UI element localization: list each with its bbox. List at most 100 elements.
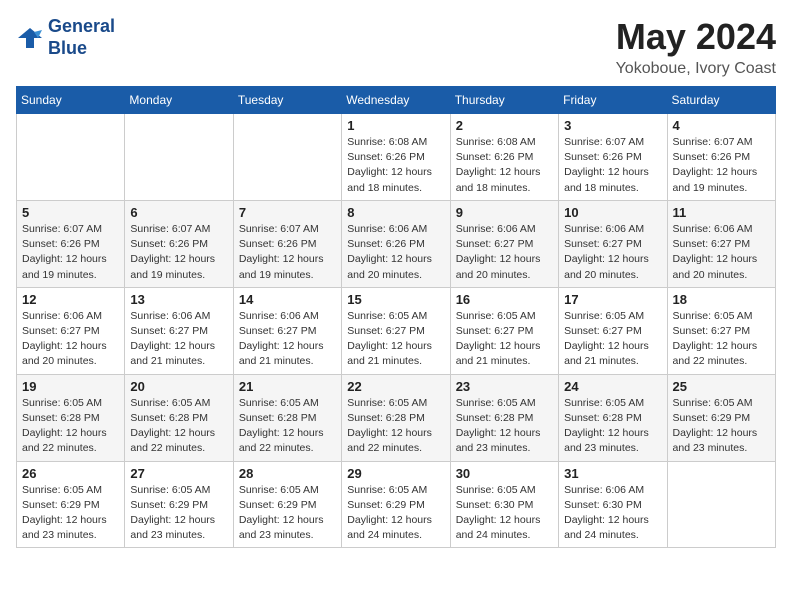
day-info: Sunrise: 6:07 AM Sunset: 6:26 PM Dayligh…	[564, 135, 661, 196]
calendar-cell: 4 Sunrise: 6:07 AM Sunset: 6:26 PM Daylig…	[667, 114, 775, 201]
calendar-cell: 5Sunrise: 6:07 AM Sunset: 6:26 PM Daylig…	[17, 200, 125, 287]
calendar-cell: 9 Sunrise: 6:06 AM Sunset: 6:27 PM Daylig…	[450, 200, 558, 287]
logo-text: General Blue	[48, 16, 115, 59]
day-info: Sunrise: 6:05 AM Sunset: 6:29 PM Dayligh…	[130, 483, 227, 544]
calendar-cell: 27Sunrise: 6:05 AM Sunset: 6:29 PM Dayli…	[125, 461, 233, 548]
calendar-cell: 7 Sunrise: 6:07 AM Sunset: 6:26 PM Daylig…	[233, 200, 341, 287]
day-info: Sunrise: 6:05 AM Sunset: 6:28 PM Dayligh…	[22, 396, 119, 457]
calendar-cell	[125, 114, 233, 201]
calendar-week-row: 12Sunrise: 6:06 AM Sunset: 6:27 PM Dayli…	[17, 287, 776, 374]
calendar-week-row: 5Sunrise: 6:07 AM Sunset: 6:26 PM Daylig…	[17, 200, 776, 287]
day-number: 16	[456, 292, 553, 307]
day-info: Sunrise: 6:07 AM Sunset: 6:26 PM Dayligh…	[130, 222, 227, 283]
weekday-header: Thursday	[450, 87, 558, 114]
day-number: 22	[347, 379, 444, 394]
weekday-header: Friday	[559, 87, 667, 114]
day-number: 19	[22, 379, 119, 394]
day-info: Sunrise: 6:06 AM Sunset: 6:27 PM Dayligh…	[130, 309, 227, 370]
day-info: Sunrise: 6:05 AM Sunset: 6:29 PM Dayligh…	[673, 396, 770, 457]
day-info: Sunrise: 6:06 AM Sunset: 6:26 PM Dayligh…	[347, 222, 444, 283]
day-number: 13	[130, 292, 227, 307]
calendar-week-row: 1 Sunrise: 6:08 AM Sunset: 6:26 PM Daylig…	[17, 114, 776, 201]
day-info: Sunrise: 6:06 AM Sunset: 6:27 PM Dayligh…	[456, 222, 553, 283]
calendar-week-row: 19 Sunrise: 6:05 AM Sunset: 6:28 PM Dayli…	[17, 374, 776, 461]
calendar-cell: 18 Sunrise: 6:05 AM Sunset: 6:27 PM Dayli…	[667, 287, 775, 374]
calendar-cell: 6 Sunrise: 6:07 AM Sunset: 6:26 PM Daylig…	[125, 200, 233, 287]
calendar-cell	[667, 461, 775, 548]
calendar-cell: 31Sunrise: 6:06 AM Sunset: 6:30 PM Dayli…	[559, 461, 667, 548]
day-info: Sunrise: 6:06 AM Sunset: 6:27 PM Dayligh…	[22, 309, 119, 370]
day-info: Sunrise: 6:05 AM Sunset: 6:29 PM Dayligh…	[22, 483, 119, 544]
calendar-cell: 3 Sunrise: 6:07 AM Sunset: 6:26 PM Daylig…	[559, 114, 667, 201]
day-info: Sunrise: 6:06 AM Sunset: 6:27 PM Dayligh…	[239, 309, 336, 370]
calendar-cell: 14 Sunrise: 6:06 AM Sunset: 6:27 PM Dayli…	[233, 287, 341, 374]
page-header: General Blue May 2024 Yokoboue, Ivory Co…	[16, 16, 776, 78]
day-info: Sunrise: 6:05 AM Sunset: 6:28 PM Dayligh…	[347, 396, 444, 457]
day-number: 23	[456, 379, 553, 394]
day-info: Sunrise: 6:08 AM Sunset: 6:26 PM Dayligh…	[347, 135, 444, 196]
month-title: May 2024	[616, 16, 776, 58]
day-info: Sunrise: 6:05 AM Sunset: 6:27 PM Dayligh…	[564, 309, 661, 370]
day-info: Sunrise: 6:05 AM Sunset: 6:28 PM Dayligh…	[564, 396, 661, 457]
day-number: 8	[347, 205, 444, 220]
calendar-cell: 10 Sunrise: 6:06 AM Sunset: 6:27 PM Dayli…	[559, 200, 667, 287]
day-number: 9	[456, 205, 553, 220]
calendar-cell: 12Sunrise: 6:06 AM Sunset: 6:27 PM Dayli…	[17, 287, 125, 374]
day-number: 28	[239, 466, 336, 481]
calendar-cell: 20 Sunrise: 6:05 AM Sunset: 6:28 PM Dayli…	[125, 374, 233, 461]
calendar-cell: 25 Sunrise: 6:05 AM Sunset: 6:29 PM Dayli…	[667, 374, 775, 461]
calendar-cell: 24 Sunrise: 6:05 AM Sunset: 6:28 PM Dayli…	[559, 374, 667, 461]
day-number: 31	[564, 466, 661, 481]
day-number: 30	[456, 466, 553, 481]
calendar-cell: 16 Sunrise: 6:05 AM Sunset: 6:27 PM Dayli…	[450, 287, 558, 374]
day-number: 1	[347, 118, 444, 133]
day-info: Sunrise: 6:08 AM Sunset: 6:26 PM Dayligh…	[456, 135, 553, 196]
calendar-cell: 19 Sunrise: 6:05 AM Sunset: 6:28 PM Dayli…	[17, 374, 125, 461]
day-number: 2	[456, 118, 553, 133]
day-info: Sunrise: 6:05 AM Sunset: 6:29 PM Dayligh…	[239, 483, 336, 544]
title-block: May 2024 Yokoboue, Ivory Coast	[616, 16, 776, 78]
calendar-cell: 21 Sunrise: 6:05 AM Sunset: 6:28 PM Dayli…	[233, 374, 341, 461]
day-info: Sunrise: 6:07 AM Sunset: 6:26 PM Dayligh…	[673, 135, 770, 196]
calendar-cell: 8 Sunrise: 6:06 AM Sunset: 6:26 PM Daylig…	[342, 200, 450, 287]
day-info: Sunrise: 6:05 AM Sunset: 6:28 PM Dayligh…	[130, 396, 227, 457]
day-number: 7	[239, 205, 336, 220]
day-number: 6	[130, 205, 227, 220]
day-info: Sunrise: 6:05 AM Sunset: 6:29 PM Dayligh…	[347, 483, 444, 544]
logo-bird-icon	[16, 24, 44, 52]
day-info: Sunrise: 6:06 AM Sunset: 6:27 PM Dayligh…	[564, 222, 661, 283]
day-number: 10	[564, 205, 661, 220]
calendar-week-row: 26Sunrise: 6:05 AM Sunset: 6:29 PM Dayli…	[17, 461, 776, 548]
calendar-cell	[17, 114, 125, 201]
day-number: 4	[673, 118, 770, 133]
day-info: Sunrise: 6:05 AM Sunset: 6:28 PM Dayligh…	[239, 396, 336, 457]
day-number: 18	[673, 292, 770, 307]
day-info: Sunrise: 6:05 AM Sunset: 6:27 PM Dayligh…	[673, 309, 770, 370]
calendar-cell: 28 Sunrise: 6:05 AM Sunset: 6:29 PM Dayli…	[233, 461, 341, 548]
day-number: 15	[347, 292, 444, 307]
day-info: Sunrise: 6:07 AM Sunset: 6:26 PM Dayligh…	[239, 222, 336, 283]
calendar-cell	[233, 114, 341, 201]
day-number: 14	[239, 292, 336, 307]
calendar-cell: 2 Sunrise: 6:08 AM Sunset: 6:26 PM Daylig…	[450, 114, 558, 201]
day-info: Sunrise: 6:05 AM Sunset: 6:28 PM Dayligh…	[456, 396, 553, 457]
weekday-header: Sunday	[17, 87, 125, 114]
day-info: Sunrise: 6:05 AM Sunset: 6:30 PM Dayligh…	[456, 483, 553, 544]
day-number: 24	[564, 379, 661, 394]
calendar-cell: 11Sunrise: 6:06 AM Sunset: 6:27 PM Dayli…	[667, 200, 775, 287]
day-number: 17	[564, 292, 661, 307]
calendar-cell: 26Sunrise: 6:05 AM Sunset: 6:29 PM Dayli…	[17, 461, 125, 548]
day-number: 25	[673, 379, 770, 394]
day-info: Sunrise: 6:07 AM Sunset: 6:26 PM Dayligh…	[22, 222, 119, 283]
calendar-cell: 23 Sunrise: 6:05 AM Sunset: 6:28 PM Dayli…	[450, 374, 558, 461]
day-number: 20	[130, 379, 227, 394]
day-number: 3	[564, 118, 661, 133]
calendar-cell: 1 Sunrise: 6:08 AM Sunset: 6:26 PM Daylig…	[342, 114, 450, 201]
weekday-header-row: SundayMondayTuesdayWednesdayThursdayFrid…	[17, 87, 776, 114]
calendar-table: SundayMondayTuesdayWednesdayThursdayFrid…	[16, 86, 776, 548]
calendar-cell: 22 Sunrise: 6:05 AM Sunset: 6:28 PM Dayli…	[342, 374, 450, 461]
calendar-cell: 29Sunrise: 6:05 AM Sunset: 6:29 PM Dayli…	[342, 461, 450, 548]
day-info: Sunrise: 6:05 AM Sunset: 6:27 PM Dayligh…	[456, 309, 553, 370]
day-number: 21	[239, 379, 336, 394]
calendar-cell: 13 Sunrise: 6:06 AM Sunset: 6:27 PM Dayli…	[125, 287, 233, 374]
